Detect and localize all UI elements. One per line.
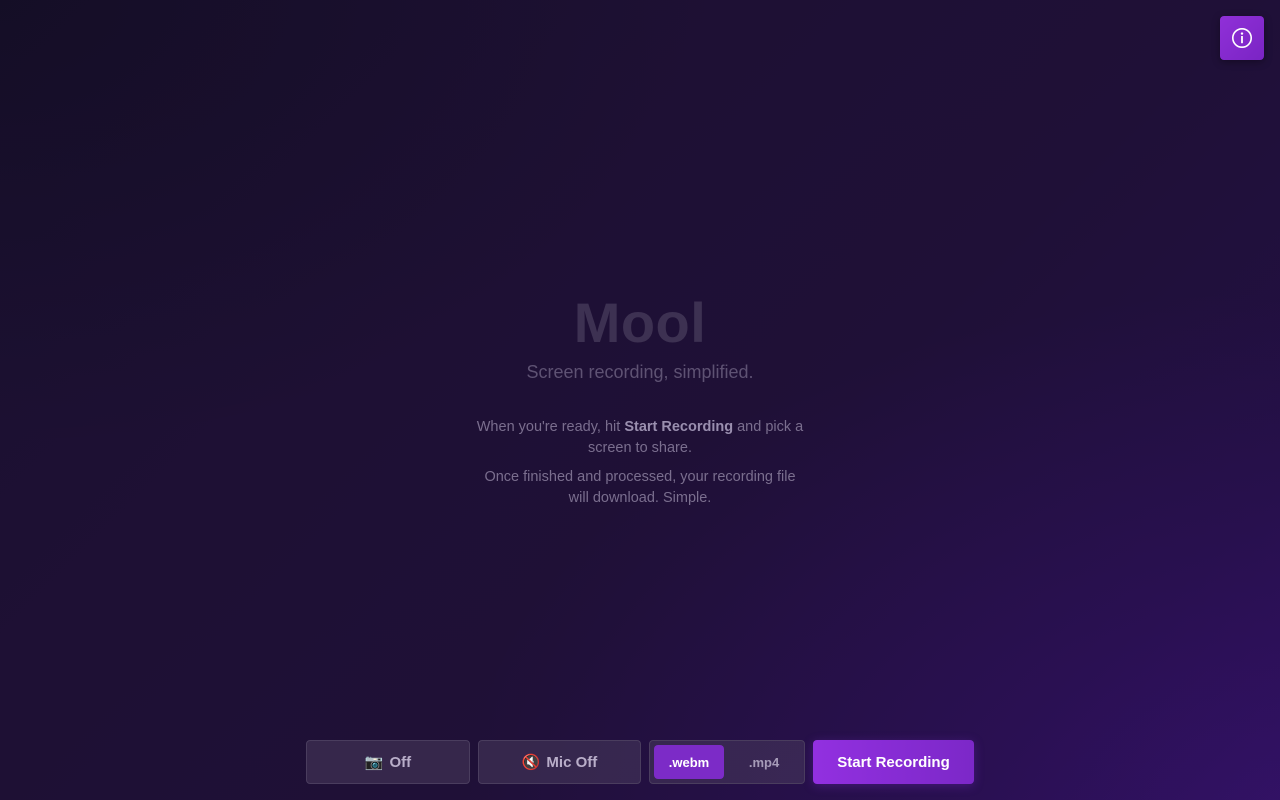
format-option-webm[interactable]: .webm — [654, 745, 725, 779]
instructions-start-bold: Start Recording — [624, 419, 734, 435]
recording-controls: 📷 Off 🔇 Mic Off .webm .mp4 Start Recordi… — [306, 740, 974, 784]
camera-toggle-button[interactable]: 📷 Off — [306, 740, 470, 784]
instructions-start-prefix: When you're ready, hit — [476, 419, 625, 435]
camera-toggle-label: Off — [389, 753, 412, 771]
format-selector: .webm .mp4 — [649, 740, 805, 784]
hero: Mool Screen recording, simplified. When … — [0, 290, 1280, 509]
mic-toggle-label: Mic Off — [546, 753, 598, 771]
app-title: Mool — [573, 291, 707, 354]
info-button[interactable] — [1220, 16, 1264, 60]
camera-icon: 📷 — [364, 753, 384, 771]
mic-toggle-button[interactable]: 🔇 Mic Off — [478, 740, 641, 784]
start-recording-button[interactable]: Start Recording — [813, 740, 974, 784]
muted-speaker-icon: 🔇 — [521, 753, 541, 771]
format-option-mp4[interactable]: .mp4 — [728, 745, 800, 779]
instructions-finish: Once finished and processed, your record… — [484, 469, 796, 506]
app-subtitle: Screen recording, simplified. — [526, 362, 754, 382]
instructions-start: When you're ready, hit Start Recording a… — [475, 417, 805, 459]
info-icon — [1232, 28, 1252, 48]
